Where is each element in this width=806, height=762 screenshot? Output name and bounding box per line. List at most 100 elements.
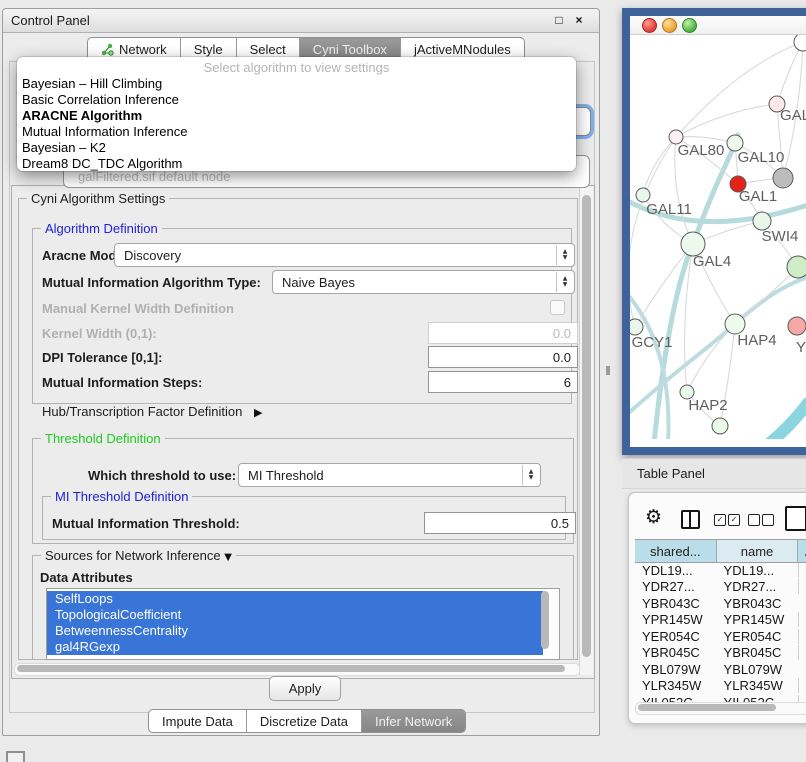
table-cell[interactable]: YBR043C — [635, 596, 717, 611]
control-panel-titlebar[interactable]: Control Panel □ × — [3, 9, 599, 33]
table-cell[interactable]: YLR345W — [717, 678, 799, 693]
algorithm-option[interactable]: Dream8 DC_TDC Algorithm — [17, 156, 576, 172]
node-label: GAL10 — [738, 149, 785, 166]
table-cell[interactable]: YDR27... — [635, 579, 717, 594]
algorithm-option[interactable]: Basic Correlation Inference — [17, 92, 576, 108]
algorithm-option[interactable]: Bayesian – K2 — [17, 140, 576, 156]
table-panel-header: Table Panel — [622, 458, 806, 489]
kernel-width-label: Kernel Width (0,1): — [42, 326, 157, 341]
kernel-width-input[interactable]: 0.0 — [428, 322, 578, 344]
attributes-scrollbar[interactable] — [541, 591, 549, 651]
table-cell[interactable]: YLR345W — [635, 678, 717, 693]
node-label: GAL80 — [678, 142, 725, 159]
column-header-A[interactable]: A — [798, 540, 806, 562]
table-row[interactable]: YLR345WYLR345W9. — [635, 678, 806, 695]
close-panel-icon[interactable]: × — [572, 13, 586, 27]
column-header-name[interactable]: name — [717, 540, 799, 562]
manual-kernel-width-checkbox[interactable] — [550, 300, 565, 315]
mi-steps-input[interactable]: 6 — [428, 371, 578, 393]
hub-definition-expander[interactable]: Hub/Transcription Factor Definition ▶ — [42, 404, 262, 419]
settings-vertical-scrollbar[interactable] — [579, 187, 593, 675]
select-all-checkbox-icon[interactable]: ✓ — [728, 514, 740, 526]
table-row[interactable]: YPR145WYPR145W9. — [635, 612, 806, 629]
table-horizontal-scrollbar[interactable] — [635, 702, 806, 715]
bottom-tab-infer-network[interactable]: Infer Network — [361, 710, 465, 732]
tab-label: Cyni Toolbox — [313, 42, 387, 57]
network-canvas[interactable]: GALGAL80GAL10GAL1GAL11SWI4GAL4GCY1HAP4YH… — [630, 35, 806, 439]
network-node[interactable] — [788, 317, 806, 335]
column-view-icon[interactable] — [681, 510, 700, 529]
table-cell[interactable]: YIL052C — [717, 695, 799, 702]
table-cell[interactable]: YBR045C — [717, 645, 799, 660]
table-row[interactable]: YBL079WYBL079W — [635, 661, 806, 678]
table-cell[interactable]: 8. — [798, 629, 806, 644]
network-node[interactable] — [630, 319, 643, 335]
data-attribute-item[interactable]: gal4RGexp — [47, 639, 543, 655]
new-table-icon[interactable] — [785, 506, 806, 531]
table-cell[interactable]: YER054C — [635, 629, 717, 644]
column-header-shared[interactable]: shared... — [635, 540, 717, 562]
sources-title[interactable]: Sources for Network Inference ▼ — [41, 548, 236, 563]
close-traffic-light-icon[interactable] — [642, 18, 657, 33]
float-panel-icon[interactable]: □ — [552, 13, 566, 27]
select-all-checkbox-icon[interactable]: ✓ — [714, 514, 726, 526]
table-cell[interactable]: YDL19... — [635, 563, 717, 578]
control-panel-title: Control Panel — [11, 13, 90, 28]
apply-button[interactable]: Apply — [269, 676, 341, 701]
table-row[interactable]: YER054CYER054C8. — [635, 628, 806, 645]
dpi-tolerance-input[interactable]: 0.0 — [428, 346, 578, 368]
table-cell[interactable]: YPR145W — [717, 612, 799, 627]
table-row[interactable]: YBR045CYBR045C9. — [635, 645, 806, 662]
network-node[interactable] — [787, 256, 806, 278]
algorithm-option[interactable]: Bayesian – Hill Climbing — [17, 76, 576, 92]
table-cell[interactable]: YBR045C — [635, 645, 717, 660]
mi-threshold-input[interactable]: 0.5 — [424, 512, 576, 534]
network-node[interactable] — [712, 418, 728, 434]
table-row[interactable]: YBR043CYBR043C — [635, 595, 806, 612]
table-cell[interactable]: 9. — [798, 645, 806, 660]
table-cell[interactable]: 0. — [798, 695, 806, 702]
table-row[interactable]: YDL19...YDL19...13 — [635, 562, 806, 579]
table-cell[interactable]: YDR27... — [717, 579, 799, 594]
data-attribute-item[interactable]: TopologicalCoefficient — [47, 607, 543, 623]
table-row[interactable]: YDR27...YDR27...12 — [635, 579, 806, 596]
dpi-tolerance-value: 0.0 — [553, 350, 571, 365]
data-attribute-item[interactable]: SelfLoops — [47, 591, 543, 607]
table-cell[interactable]: YIL052C — [635, 695, 717, 702]
kernel-width-value: 0.0 — [553, 326, 571, 341]
network-node[interactable] — [725, 314, 745, 334]
network-node[interactable] — [636, 188, 650, 202]
algorithm-option[interactable]: ARACNE Algorithm — [17, 108, 576, 124]
table-cell[interactable]: YBL079W — [717, 662, 799, 677]
network-window-titlebar[interactable] — [630, 16, 806, 35]
table-cell[interactable]: 9. — [798, 612, 806, 627]
mi-algorithm-type-select[interactable]: Naive Bayes ▲▼ — [272, 270, 575, 294]
table-cell[interactable]: YPR145W — [635, 612, 717, 627]
bottom-tab-discretize-data[interactable]: Discretize Data — [246, 710, 361, 732]
table-cell[interactable]: YBL079W — [635, 662, 717, 677]
minimize-traffic-light-icon[interactable] — [662, 18, 677, 33]
data-attribute-item[interactable]: BetweennessCentrality — [47, 623, 543, 639]
table-cell[interactable]: YBR043C — [717, 596, 799, 611]
table-cell[interactable]: YDL19... — [717, 563, 799, 578]
deselect-all-checkbox-icon[interactable] — [748, 514, 760, 526]
table-row[interactable]: YIL052CYIL052C0. — [635, 694, 806, 702]
splitpane-handle-icon[interactable] — [606, 366, 610, 375]
network-node[interactable] — [794, 35, 806, 51]
aracne-mode-select[interactable]: Discovery ▲▼ — [114, 243, 575, 267]
zoom-traffic-light-icon[interactable] — [682, 18, 697, 33]
table-cell[interactable]: 13 — [798, 563, 806, 578]
network-node[interactable] — [773, 168, 793, 188]
which-threshold-label: Which threshold to use: — [88, 468, 236, 483]
table-cell[interactable]: 9. — [798, 678, 806, 693]
algorithm-option[interactable]: Mutual Information Inference — [17, 124, 576, 140]
gear-icon[interactable]: ⚙ — [645, 508, 662, 527]
data-attributes-list[interactable]: SelfLoopsTopologicalCoefficientBetweenne… — [46, 588, 560, 660]
manual-kernel-width-label: Manual Kernel Width Definition — [42, 301, 234, 316]
deselect-all-checkbox-icon[interactable] — [762, 514, 774, 526]
table-cell[interactable]: 12 — [798, 579, 806, 594]
settings-horizontal-scrollbar[interactable] — [14, 663, 580, 676]
which-threshold-select[interactable]: MI Threshold ▲▼ — [238, 463, 541, 487]
table-cell[interactable]: YER054C — [717, 629, 799, 644]
bottom-tab-impute-data[interactable]: Impute Data — [149, 710, 246, 732]
